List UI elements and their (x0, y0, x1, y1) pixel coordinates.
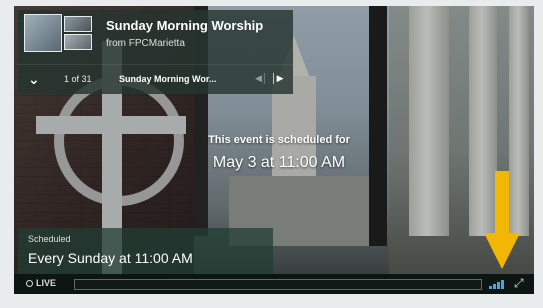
control-bar: LIVE ⤢ (14, 274, 534, 294)
scheduled-message-line1: This event is scheduled for (208, 134, 350, 146)
live-dot-icon (26, 280, 33, 288)
annotation-arrow (484, 171, 520, 269)
live-indicator[interactable]: LIVE (26, 278, 56, 288)
event-channel[interactable]: from FPCMarietta (106, 38, 185, 49)
live-label: LIVE (36, 278, 57, 288)
scheduled-message: This event is scheduled for May 3 at 11:… (174, 134, 384, 172)
playlist-count: 1 of 31 (64, 74, 92, 84)
scheduled-message-line2: May 3 at 11:00 AM (212, 154, 346, 171)
schedule-value: Every Sunday at 11:00 AM (28, 250, 193, 266)
playlist-row: ⌄ 1 of 31 Sunday Morning Wor... ◀│ │▶ (18, 64, 293, 95)
schedule-panel: Scheduled Every Sunday at 11:00 AM (18, 228, 273, 274)
event-thumbnail[interactable] (24, 14, 94, 54)
playlist-current-title[interactable]: Sunday Morning Wor... (119, 74, 216, 84)
event-title[interactable]: Sunday Morning Worship (106, 18, 263, 33)
fullscreen-icon[interactable]: ⤢ (514, 276, 524, 291)
signal-bars-icon[interactable] (489, 279, 507, 289)
video-player[interactable]: Sunday Morning Worship from FPCMarietta … (14, 6, 534, 294)
chevron-down-icon[interactable]: ⌄ (28, 71, 40, 88)
skip-next-icon[interactable]: │▶ (271, 73, 284, 84)
schedule-label: Scheduled (28, 234, 71, 244)
progress-bar[interactable] (74, 279, 482, 290)
skip-previous-icon[interactable]: ◀│ (255, 73, 268, 84)
event-info-panel: Sunday Morning Worship from FPCMarietta … (18, 10, 293, 94)
